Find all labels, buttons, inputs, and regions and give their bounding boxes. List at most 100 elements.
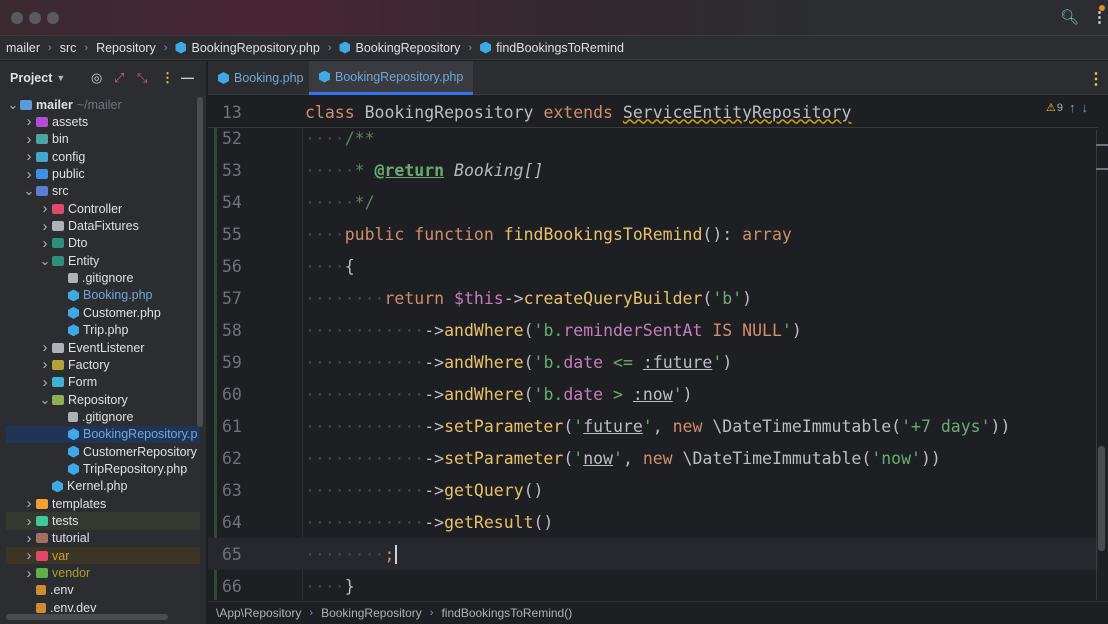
- inspection-widget[interactable]: ⚠ 9 ↑ ↓: [1046, 100, 1088, 115]
- crumb-repository[interactable]: Repository: [96, 41, 156, 55]
- zoom-window-button[interactable]: [47, 12, 59, 24]
- tree-horizontal-scrollbar[interactable]: [6, 614, 168, 620]
- tree-item[interactable]: CustomerRepository: [6, 443, 200, 460]
- tree-item[interactable]: › vendor: [6, 564, 200, 582]
- chevron-right-icon[interactable]: ›: [38, 356, 52, 373]
- code-line[interactable]: 58 ············->andWhere('b.reminderSent…: [208, 314, 1098, 346]
- tree-item[interactable]: BookingRepository.p: [6, 425, 200, 443]
- tree-item[interactable]: › var: [6, 547, 200, 565]
- tree-item[interactable]: › EventListener: [6, 339, 200, 356]
- chevron-right-icon[interactable]: ›: [22, 530, 36, 547]
- tree-item[interactable]: › public: [6, 165, 200, 183]
- tree-item[interactable]: Customer.php: [6, 304, 200, 321]
- tree-item[interactable]: TripRepository.php: [6, 460, 200, 477]
- chevron-right-icon[interactable]: ›: [22, 148, 36, 165]
- tree-item[interactable]: › Controller: [6, 200, 200, 217]
- crumb-class[interactable]: BookingRepository: [339, 41, 460, 55]
- crumb-mailer[interactable]: mailer: [6, 41, 40, 55]
- chevron-right-icon[interactable]: ›: [38, 200, 52, 217]
- tree-item[interactable]: › Factory: [6, 356, 200, 373]
- line-number: 58: [222, 320, 242, 340]
- code-line[interactable]: 54 ·····*/: [208, 186, 1098, 218]
- chevron-right-icon[interactable]: ›: [22, 495, 36, 512]
- chevron-right-icon[interactable]: ›: [22, 131, 36, 148]
- tree-item[interactable]: Booking.php: [6, 287, 200, 304]
- code-line[interactable]: 64 ············->getResult(): [208, 506, 1098, 538]
- code-token: ,: [622, 448, 643, 468]
- tree-item[interactable]: ⌄ Repository: [6, 391, 200, 408]
- collapse-all-icon[interactable]: ⤡: [137, 70, 147, 86]
- code-line[interactable]: 66 ····}: [208, 570, 1098, 602]
- tree-item[interactable]: ⌄ mailer ~/mailer: [6, 96, 200, 113]
- chevron-down-icon[interactable]: ⌄: [38, 392, 52, 408]
- code-line[interactable]: 62 ············->setParameter('now', new …: [208, 442, 1098, 474]
- code-line[interactable]: 57 ········return $this->createQueryBuild…: [208, 282, 1098, 314]
- editor-scrollbar[interactable]: [1098, 446, 1105, 551]
- tree-item[interactable]: › Form: [6, 374, 200, 391]
- search-icon[interactable]: 🔍︎: [1060, 8, 1079, 26]
- code-token: >: [603, 384, 633, 404]
- tree-item[interactable]: › tests: [6, 512, 200, 530]
- chevron-right-icon[interactable]: ›: [38, 218, 52, 235]
- chevron-right-icon[interactable]: ›: [22, 113, 36, 130]
- tree-item[interactable]: Trip.php: [6, 322, 200, 339]
- chevron-down-icon[interactable]: ⌄: [6, 97, 20, 113]
- tree-item[interactable]: ⌄ Entity: [6, 252, 200, 269]
- expand-all-icon[interactable]: ⤢: [114, 70, 124, 86]
- chevron-down-icon[interactable]: ⌄: [38, 253, 52, 269]
- tree-item[interactable]: › bin: [6, 131, 200, 148]
- code-line[interactable]: 65 ········;​: [208, 538, 1098, 570]
- next-highlight-icon[interactable]: ↓: [1082, 100, 1089, 115]
- tree-item[interactable]: › Dto: [6, 235, 200, 252]
- php-file-icon: [218, 72, 229, 84]
- tree-item[interactable]: ⌄ src: [6, 183, 200, 200]
- close-window-button[interactable]: [11, 12, 23, 24]
- chevron-right-icon[interactable]: ›: [22, 547, 36, 564]
- chevron-right-icon[interactable]: ›: [38, 339, 52, 356]
- code-line[interactable]: 53 ·····* @return Booking[]: [208, 154, 1098, 186]
- chevron-right-icon[interactable]: ›: [22, 166, 36, 183]
- tree-item[interactable]: › tutorial: [6, 530, 200, 547]
- more-menu-icon[interactable]: ⋮: [1092, 8, 1107, 26]
- options-icon[interactable]: ⋮: [161, 70, 174, 86]
- tree-item[interactable]: .gitignore: [6, 270, 200, 287]
- chevron-right-icon[interactable]: ›: [22, 565, 36, 582]
- code-line[interactable]: 59 ············->andWhere('b.date <= :fut…: [208, 346, 1098, 378]
- hide-panel-icon[interactable]: —: [181, 70, 194, 85]
- chevron-right-icon[interactable]: ›: [22, 513, 36, 530]
- previous-highlight-icon[interactable]: ↑: [1069, 100, 1076, 115]
- tree-scrollbar[interactable]: [197, 97, 203, 427]
- crumb-method[interactable]: findBookingsToRemind(): [441, 606, 572, 620]
- crumb-file[interactable]: BookingRepository.php: [175, 41, 320, 55]
- chevron-down-icon[interactable]: ▼: [56, 73, 65, 83]
- tab-options-icon[interactable]: ⋮: [1088, 69, 1104, 89]
- crumb-method[interactable]: findBookingsToRemind: [480, 41, 624, 55]
- sticky-line[interactable]: 13 class BookingRepository extends Servic…: [208, 96, 1098, 128]
- code-line[interactable]: 55 ····public function findBookingsToRemi…: [208, 218, 1098, 250]
- folder-icon: [36, 533, 48, 544]
- chevron-down-icon[interactable]: ⌄: [22, 183, 36, 199]
- project-view-dropdown[interactable]: Project: [10, 71, 52, 85]
- tab-booking-repository-php[interactable]: BookingRepository.php: [309, 61, 474, 95]
- chevron-right-icon[interactable]: ›: [38, 374, 52, 391]
- tree-item[interactable]: › assets: [6, 113, 200, 130]
- tree-item[interactable]: › DataFixtures: [6, 217, 200, 235]
- crumb-class[interactable]: BookingRepository: [321, 606, 422, 620]
- tree-item[interactable]: .env: [6, 582, 200, 599]
- code-editor[interactable]: 52 ····/** 53 ·····* @return Booking[] 54 ···…: [208, 96, 1108, 600]
- tree-item[interactable]: Kernel.php: [6, 478, 200, 495]
- crumb-namespace[interactable]: \App\Repository: [216, 606, 301, 620]
- code-line[interactable]: 60 ············->andWhere('b.date > :now'…: [208, 378, 1098, 410]
- tab-booking-php[interactable]: Booking.php: [208, 61, 314, 95]
- locate-file-icon[interactable]: ◎: [91, 70, 102, 86]
- code-line[interactable]: 61 ············->setParameter('future', n…: [208, 410, 1098, 442]
- minimize-window-button[interactable]: [29, 12, 41, 24]
- code-line[interactable]: 56 ····{: [208, 250, 1098, 282]
- tree-item[interactable]: › config: [6, 148, 200, 165]
- tree-item[interactable]: › templates: [6, 495, 200, 512]
- chevron-right-icon[interactable]: ›: [38, 235, 52, 252]
- crumb-src[interactable]: src: [60, 41, 77, 55]
- code-token: ->: [424, 384, 445, 404]
- tree-item[interactable]: .gitignore: [6, 408, 200, 425]
- code-line[interactable]: 63 ············->getQuery(): [208, 474, 1098, 506]
